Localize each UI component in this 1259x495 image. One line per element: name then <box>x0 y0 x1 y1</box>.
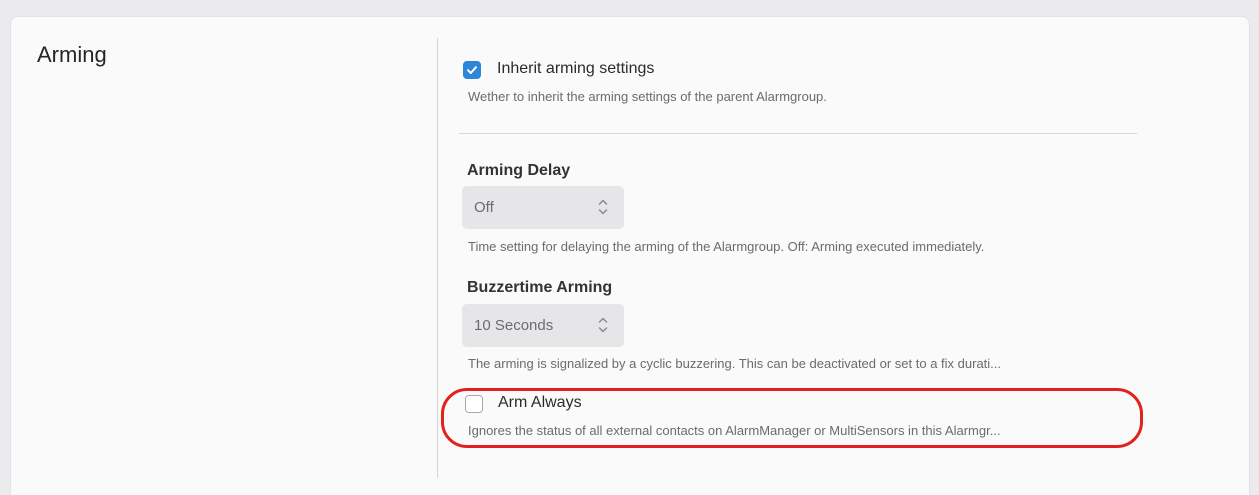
inherit-arming-help: Wether to inherit the arming settings of… <box>468 89 827 104</box>
select-chevron-icon <box>598 199 608 215</box>
annotation-highlight-ring <box>441 388 1143 448</box>
buzzertime-label: Buzzertime Arming <box>467 279 613 296</box>
inherit-arming-label[interactable]: Inherit arming settings <box>497 60 654 78</box>
arming-delay-help: Time setting for delaying the arming of … <box>468 239 985 254</box>
section-title: Arming <box>37 42 107 67</box>
arming-delay-select[interactable]: Off <box>462 186 624 229</box>
buzzertime-value: 10 Seconds <box>474 317 554 334</box>
buzzertime-select[interactable]: 10 Seconds <box>462 304 624 347</box>
buzzertime-help: The arming is signalized by a cyclic buz… <box>468 356 1002 371</box>
horizontal-divider <box>459 133 1137 134</box>
select-chevron-icon <box>598 317 608 333</box>
arming-delay-value: Off <box>474 199 494 216</box>
vertical-divider <box>437 38 438 478</box>
inherit-arming-checkbox[interactable] <box>463 61 481 79</box>
arming-delay-label: Arming Delay <box>467 162 571 179</box>
checkmark-icon <box>467 66 477 74</box>
